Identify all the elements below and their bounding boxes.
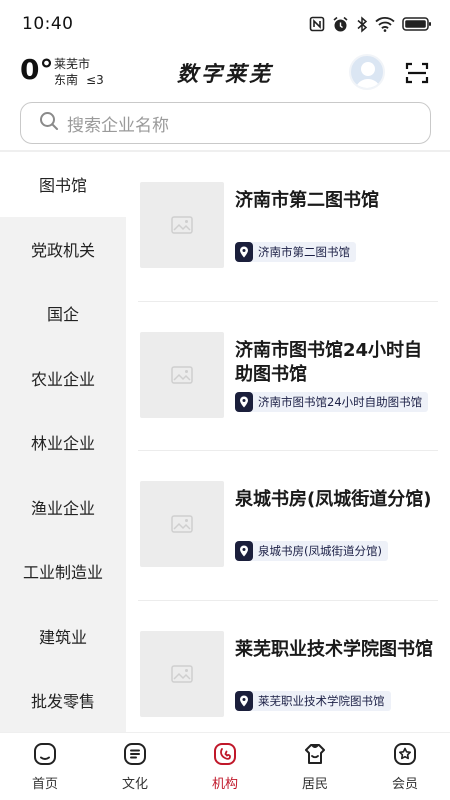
organization-icon: [214, 743, 236, 765]
tab-home[interactable]: 首页: [0, 733, 90, 800]
tab-label: 机构: [211, 777, 238, 792]
scan-button[interactable]: [404, 60, 430, 86]
image-icon: [171, 515, 193, 533]
resident-icon: [305, 744, 325, 764]
status-icons: [309, 15, 432, 33]
tag-label: 莱芜职业技术学院图书馆: [258, 693, 385, 708]
location-pin-icon: [235, 242, 253, 262]
scan-icon: [405, 62, 429, 84]
item-title: 泉城书房(凤城街道分馆): [235, 489, 432, 510]
alarm-icon: [332, 16, 349, 33]
culture-icon: [124, 743, 146, 765]
header: 0° 莱芜市 东南 ≤3 数字莱芜: [0, 50, 450, 96]
category-construction[interactable]: 建筑业: [0, 604, 126, 669]
tag-label: 泉城书房(凤城街道分馆): [258, 544, 382, 558]
home-icon: [34, 743, 56, 765]
status-bar: 10:40: [0, 0, 450, 48]
category-forestry[interactable]: 林业企业: [0, 410, 126, 475]
item-title: 济南市第二图书馆: [235, 190, 379, 211]
category-library[interactable]: 图书馆: [0, 152, 126, 217]
list-item[interactable]: 济南市第二图书馆 济南市第二图书馆: [138, 152, 438, 302]
thumbnail-placeholder: [140, 630, 224, 717]
location-tag: 济南市图书馆24小时自助图书馆: [235, 391, 429, 412]
location-tag: 莱芜职业技术学院图书馆: [235, 690, 391, 711]
search-icon: [39, 111, 59, 135]
category-retail[interactable]: 批发零售: [0, 668, 126, 732]
category-agriculture[interactable]: 农业企业: [0, 346, 126, 411]
location-pin-icon: [235, 391, 253, 412]
location-pin-icon: [235, 541, 253, 561]
status-time: 10:40: [22, 14, 74, 34]
thumbnail-placeholder: [140, 481, 224, 567]
thumbnail-placeholder: [140, 331, 224, 418]
member-icon: [394, 743, 416, 765]
list-item[interactable]: 莱芜职业技术学院图书馆 莱芜职业技术学院图书馆: [138, 601, 438, 733]
thumbnail-placeholder: [140, 182, 224, 268]
item-title: 济南市图书馆24小时自助图书馆: [235, 339, 423, 385]
battery-icon: [402, 16, 432, 32]
tab-label: 会员: [391, 777, 418, 792]
avatar[interactable]: [349, 54, 385, 90]
tab-culture[interactable]: 文化: [90, 733, 180, 800]
tag-label: 济南市第二图书馆: [258, 245, 350, 259]
location-pin-icon: [235, 690, 253, 711]
list-item[interactable]: 泉城书房(凤城街道分馆) 泉城书房(凤城街道分馆): [138, 451, 438, 601]
tab-label: 文化: [121, 777, 148, 792]
tab-label: 首页: [31, 777, 58, 792]
category-party-government[interactable]: 党政机关: [0, 217, 126, 282]
search-input[interactable]: 搜索企业名称: [20, 102, 431, 144]
item-title: 莱芜职业技术学院图书馆: [235, 638, 433, 660]
image-icon: [171, 664, 193, 683]
nfc-icon: [309, 16, 325, 32]
location-tag: 济南市第二图书馆: [235, 242, 356, 262]
image-icon: [171, 216, 193, 234]
image-icon: [171, 365, 193, 384]
category-state-enterprise[interactable]: 国企: [0, 281, 126, 346]
list-item[interactable]: 济南市图书馆24小时自助图书馆 济南市图书馆24小时自助图书馆: [138, 302, 438, 451]
tab-label: 居民: [301, 777, 328, 792]
tab-resident[interactable]: 居民: [270, 733, 360, 800]
wifi-icon: [375, 16, 395, 32]
category-manufacturing[interactable]: 工业制造业: [0, 539, 126, 604]
category-sidebar: 图书馆 党政机关 国企 农业企业 林业企业 渔业企业 工业制造业 建筑业 批发零…: [0, 152, 126, 732]
tab-organization[interactable]: 机构: [180, 733, 270, 800]
category-fishery[interactable]: 渔业企业: [0, 475, 126, 540]
location-tag: 泉城书房(凤城街道分馆): [235, 541, 388, 561]
organization-list: 济南市第二图书馆 济南市第二图书馆 济南市图书馆24小时自助图书馆 济南市图书馆…: [138, 152, 438, 732]
bluetooth-icon: [356, 15, 368, 33]
tag-label: 济南市图书馆24小时自助图书馆: [258, 394, 423, 409]
search-placeholder: 搜索企业名称: [67, 115, 169, 136]
tab-member[interactable]: 会员: [360, 733, 450, 800]
bottom-tab-bar: 首页 文化 机构 居民 会员: [0, 732, 450, 800]
